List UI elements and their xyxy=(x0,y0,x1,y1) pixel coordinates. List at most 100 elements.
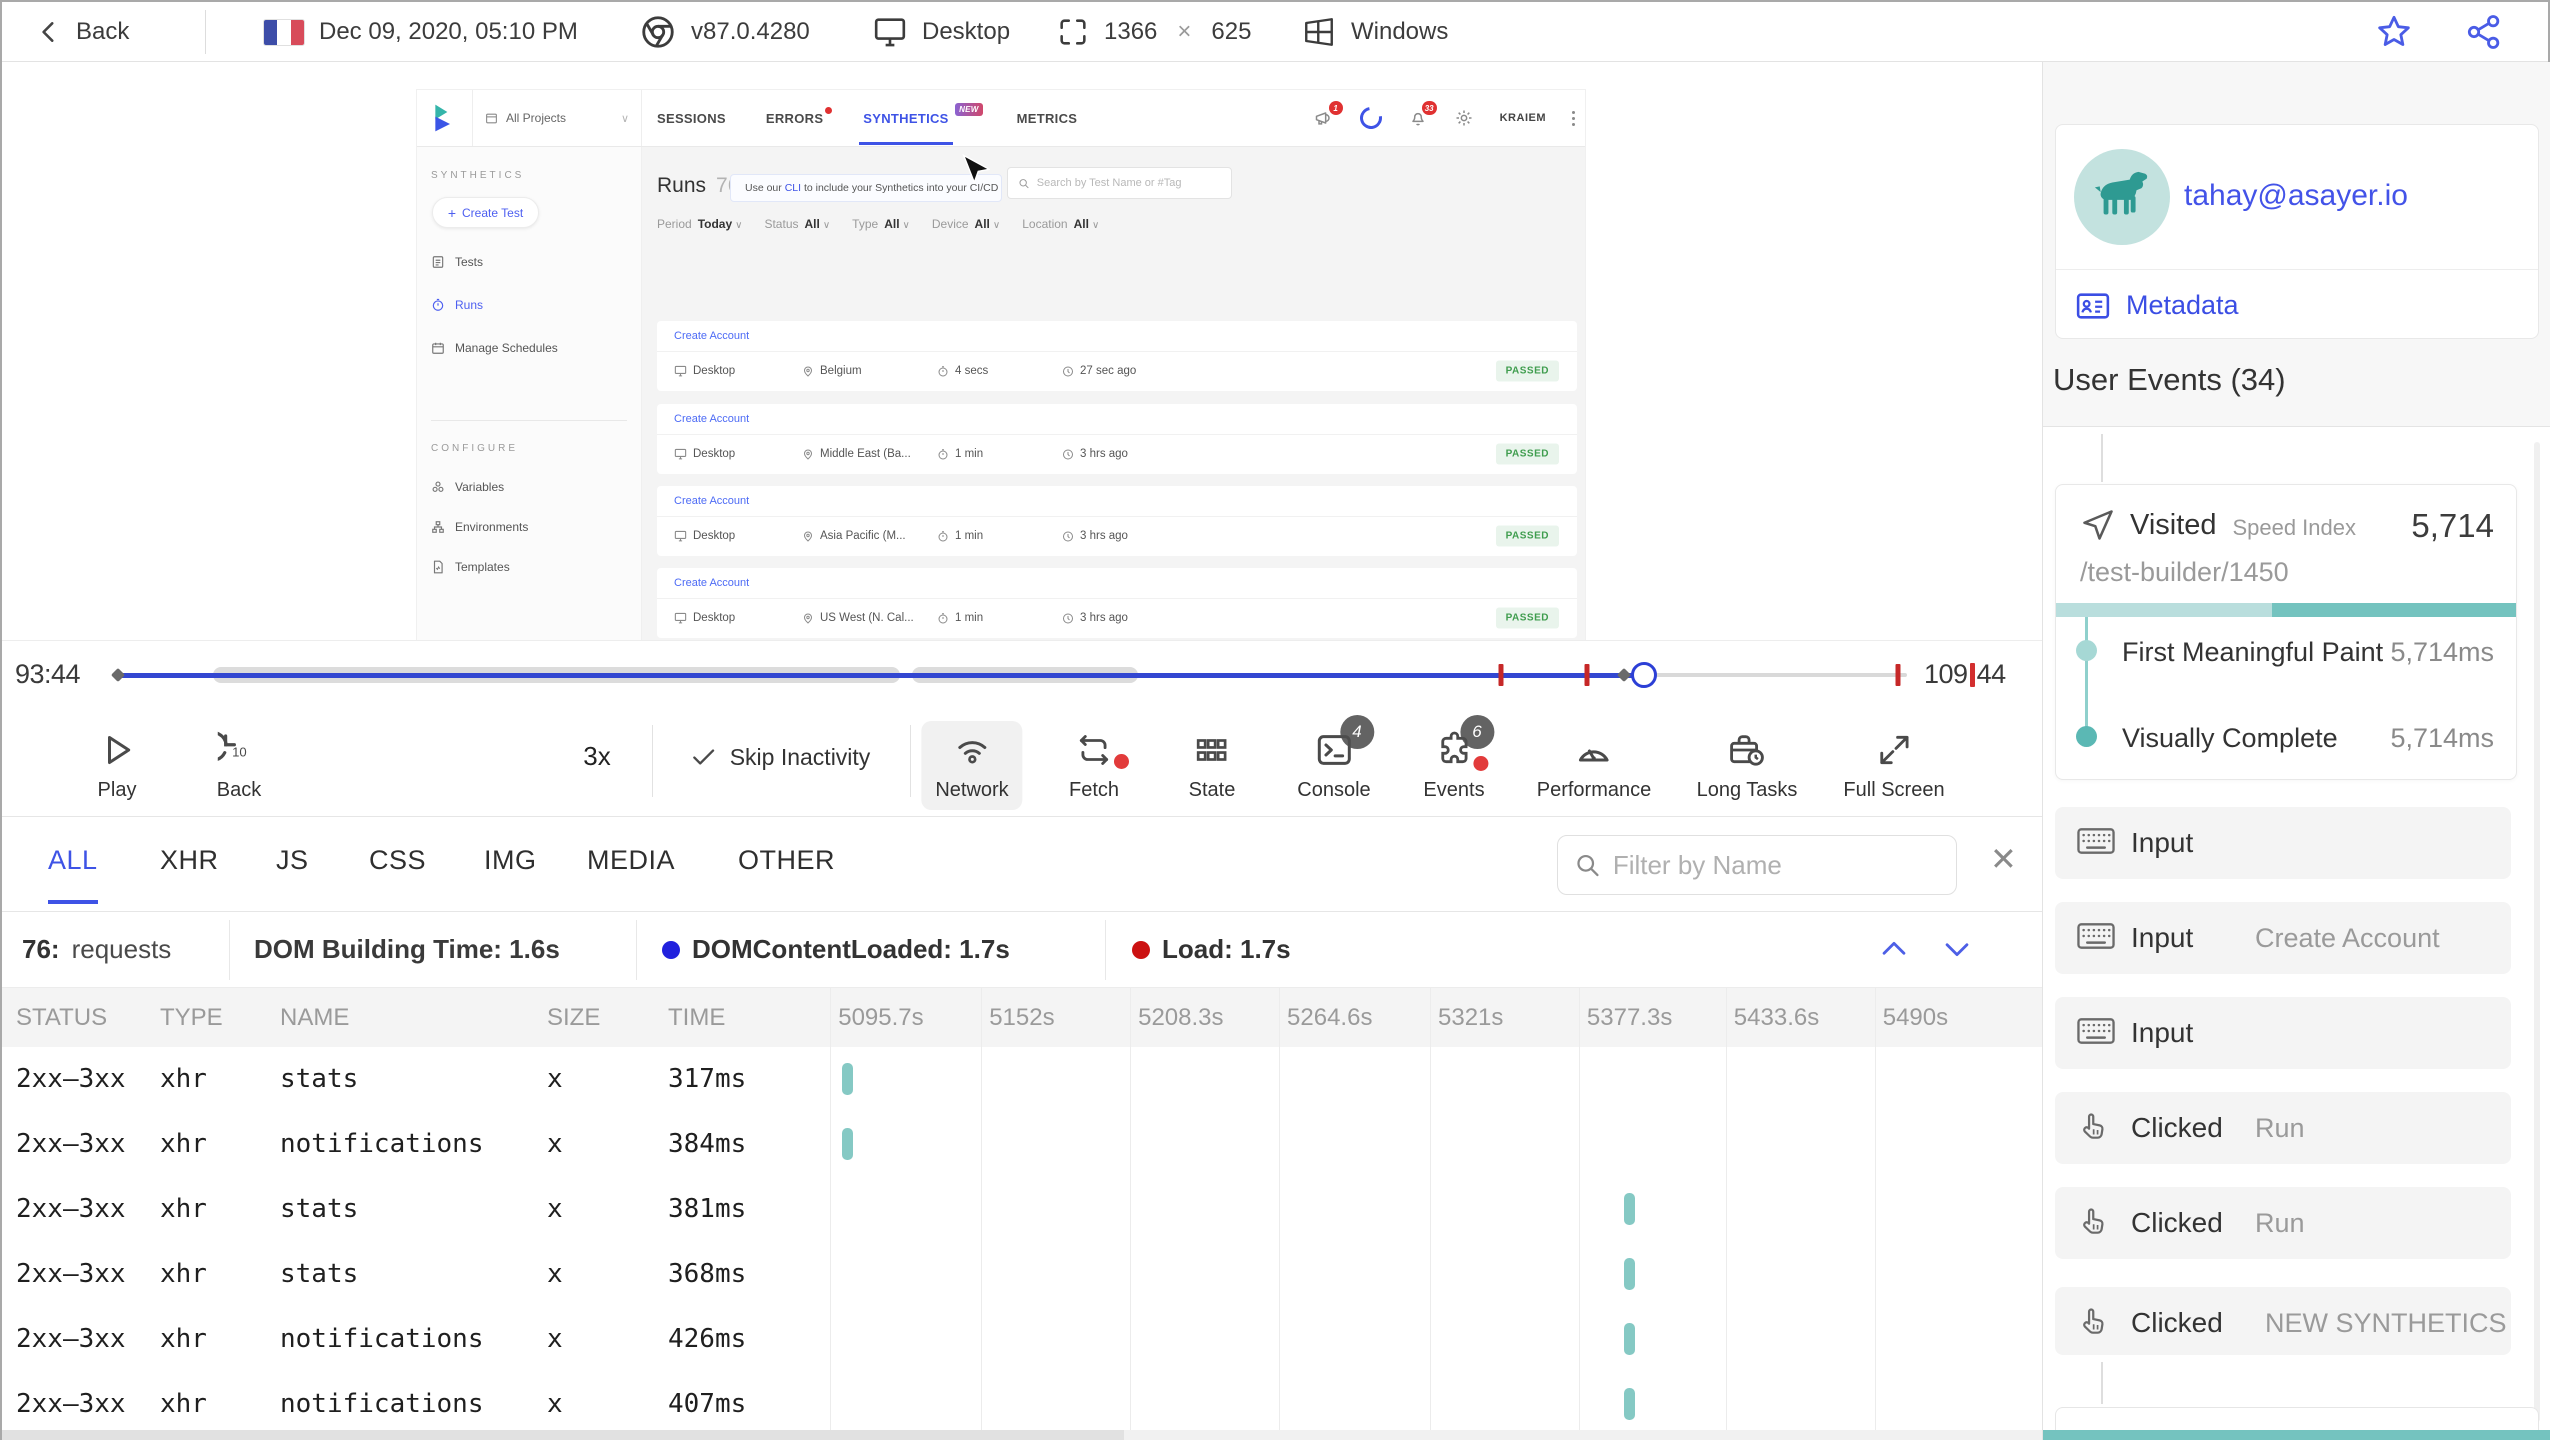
run-row[interactable]: Create Account Desktop US West (N. Cal..… xyxy=(657,568,1577,638)
sidebar-item-tests[interactable]: Tests xyxy=(431,255,483,269)
tab-css[interactable]: CSS xyxy=(369,845,426,876)
issue-marker[interactable] xyxy=(1895,664,1901,686)
status-badge: PASSED xyxy=(1495,443,1559,465)
tab-sessions[interactable]: SESSIONS xyxy=(657,111,726,126)
announcements-button[interactable]: 1 xyxy=(1314,101,1343,128)
network-filter-input[interactable] xyxy=(1612,849,1940,881)
events-panel-button[interactable]: 6 Events xyxy=(1409,715,1498,810)
sidebar-item-variables[interactable]: Variables xyxy=(431,480,504,494)
run-name-link[interactable]: Create Account xyxy=(674,413,749,425)
metadata-button[interactable]: Metadata xyxy=(2076,290,2239,321)
long-tasks-panel-button[interactable]: Long Tasks xyxy=(1683,721,1812,810)
jump-up-button[interactable] xyxy=(1877,932,1911,966)
table-row[interactable]: 2xx–3xx xhr stats x 368ms xyxy=(2,1242,2042,1307)
speed-toggle[interactable]: 3x xyxy=(583,741,610,772)
run-name-link[interactable]: Create Account xyxy=(674,495,749,507)
test-search-box[interactable] xyxy=(1007,167,1232,199)
timeline-track[interactable] xyxy=(110,661,1907,689)
resolution-info: 1366 × 625 xyxy=(1056,2,1251,62)
state-panel-button[interactable]: State xyxy=(1175,721,1250,810)
table-row[interactable]: 2xx–3xx xhr notifications x 426ms xyxy=(2,1307,2042,1372)
fmp-value: 5,714ms xyxy=(2390,637,2494,667)
filter-type[interactable]: Type All ∨ xyxy=(852,217,910,231)
player-stage: All Projects ∨ SESSIONS ERRORS SYNTHETIC… xyxy=(2,62,2042,640)
notifications-button[interactable]: 33 xyxy=(1408,101,1437,128)
play-button[interactable]: Play xyxy=(83,721,151,810)
table-row[interactable]: 2xx–3xx xhr notifications x 384ms xyxy=(2,1112,2042,1177)
sidebar-scrollbar[interactable] xyxy=(2534,442,2540,1422)
event-input[interactable]: Input Create Account xyxy=(2055,902,2511,974)
event-input[interactable]: Input xyxy=(2055,807,2511,879)
horizontal-scrollbar[interactable] xyxy=(2,1430,2042,1440)
visited-event-card[interactable]: Visited Speed Index 5,714 /test-builder/… xyxy=(2055,484,2517,780)
tab-media[interactable]: MEDIA xyxy=(587,845,675,876)
performance-panel-button[interactable]: Performance xyxy=(1523,721,1666,810)
issue-marker[interactable] xyxy=(1584,664,1590,686)
event-marker[interactable] xyxy=(110,667,126,683)
tab-js[interactable]: JS xyxy=(276,845,309,876)
sidebar-item-templates[interactable]: Templates xyxy=(431,560,510,574)
console-panel-button[interactable]: 4 Console xyxy=(1283,715,1384,810)
create-test-button[interactable]: + Create Test xyxy=(432,197,539,228)
filter-device[interactable]: Device All ∨ xyxy=(932,217,1000,231)
share-button[interactable] xyxy=(2464,2,2504,62)
tab-metrics[interactable]: METRICS xyxy=(1017,111,1078,126)
app-tabs: SESSIONS ERRORS SYNTHETICS NEW METRICS xyxy=(657,90,1077,146)
gear-icon[interactable] xyxy=(1454,108,1474,128)
network-panel-button[interactable]: Network xyxy=(921,721,1023,810)
skip-inactivity-toggle[interactable]: Skip Inactivity xyxy=(690,743,870,771)
search-icon xyxy=(1019,178,1029,188)
sidebar-item-manage-schedules[interactable]: Manage Schedules xyxy=(431,341,558,355)
event-clicked[interactable]: Clicked NEW SYNTHETICS xyxy=(2055,1287,2511,1355)
run-row[interactable]: Create Account Desktop Belgium 4 secs 27… xyxy=(657,321,1577,391)
table-row[interactable]: 2xx–3xx xhr stats x 381ms xyxy=(2,1177,2042,1242)
run-row[interactable]: Create Account Desktop Asia Pacific (M..… xyxy=(657,486,1577,556)
run-name-link[interactable]: Create Account xyxy=(674,577,749,589)
requests-count: 76: requests xyxy=(22,934,172,964)
divider xyxy=(910,725,911,797)
sidebar-section-synthetics: SYNTHETICS xyxy=(431,170,525,181)
issue-marker[interactable] xyxy=(1498,664,1504,686)
sidebar-item-runs[interactable]: Runs xyxy=(431,298,483,312)
back-10s-button[interactable]: 10 Back xyxy=(203,721,275,810)
clock-icon xyxy=(1063,449,1073,459)
tab-other[interactable]: OTHER xyxy=(738,845,835,876)
run-row[interactable]: Create Account Desktop Middle East (Ba..… xyxy=(657,404,1577,474)
back-button[interactable]: Back xyxy=(36,2,129,62)
event-input[interactable]: Input xyxy=(2055,997,2511,1069)
fetch-panel-button[interactable]: Fetch xyxy=(1055,721,1133,810)
console-badge: 4 xyxy=(1339,715,1374,749)
tab-all[interactable]: ALL xyxy=(48,845,98,904)
filter-period[interactable]: Period Today ∨ xyxy=(657,217,742,231)
close-panel-icon[interactable]: ✕ xyxy=(1990,843,2017,875)
table-row[interactable]: 2xx–3xx xhr notifications x 407ms xyxy=(2,1372,2042,1437)
share-icon xyxy=(2467,15,2500,49)
kebab-menu-icon[interactable] xyxy=(1572,110,1575,126)
network-filter-box[interactable] xyxy=(1557,835,1957,895)
playhead[interactable] xyxy=(1631,662,1658,688)
app-user-menu[interactable]: KRAIEM xyxy=(1500,112,1546,124)
monitor-icon xyxy=(674,530,687,542)
event-marker[interactable] xyxy=(1617,667,1632,683)
project-selector[interactable]: All Projects ∨ xyxy=(472,90,642,146)
tab-synthetics[interactable]: SYNTHETICS NEW xyxy=(859,102,983,145)
test-search-input[interactable] xyxy=(1036,177,1221,189)
event-clicked[interactable]: Clicked Run xyxy=(2055,1187,2511,1259)
favorite-button[interactable] xyxy=(2374,2,2414,62)
back-label: Back xyxy=(76,18,130,45)
sidebar-item-environments[interactable]: Environments xyxy=(431,520,528,534)
full-screen-button[interactable]: Full Screen xyxy=(1829,721,1958,810)
table-row[interactable]: 2xx–3xx xhr stats x 317ms xyxy=(2,1047,2042,1112)
filter-status[interactable]: Status All ∨ xyxy=(764,217,830,231)
user-email-link[interactable]: tahay@asayer.io xyxy=(2184,179,2408,213)
cli-link[interactable]: CLI xyxy=(785,182,801,194)
jump-down-button[interactable] xyxy=(1940,932,1974,966)
tab-xhr[interactable]: XHR xyxy=(160,845,219,876)
filter-location[interactable]: Location All ∨ xyxy=(1022,217,1099,231)
run-name-link[interactable]: Create Account xyxy=(674,330,749,342)
event-detail: Run xyxy=(2255,1113,2305,1143)
tab-img[interactable]: IMG xyxy=(484,845,537,876)
event-clicked[interactable]: Clicked Run xyxy=(2055,1092,2511,1164)
tab-errors[interactable]: ERRORS xyxy=(766,106,833,126)
app-sidebar: SYNTHETICS + Create Test Tests Runs Manag… xyxy=(417,147,642,640)
